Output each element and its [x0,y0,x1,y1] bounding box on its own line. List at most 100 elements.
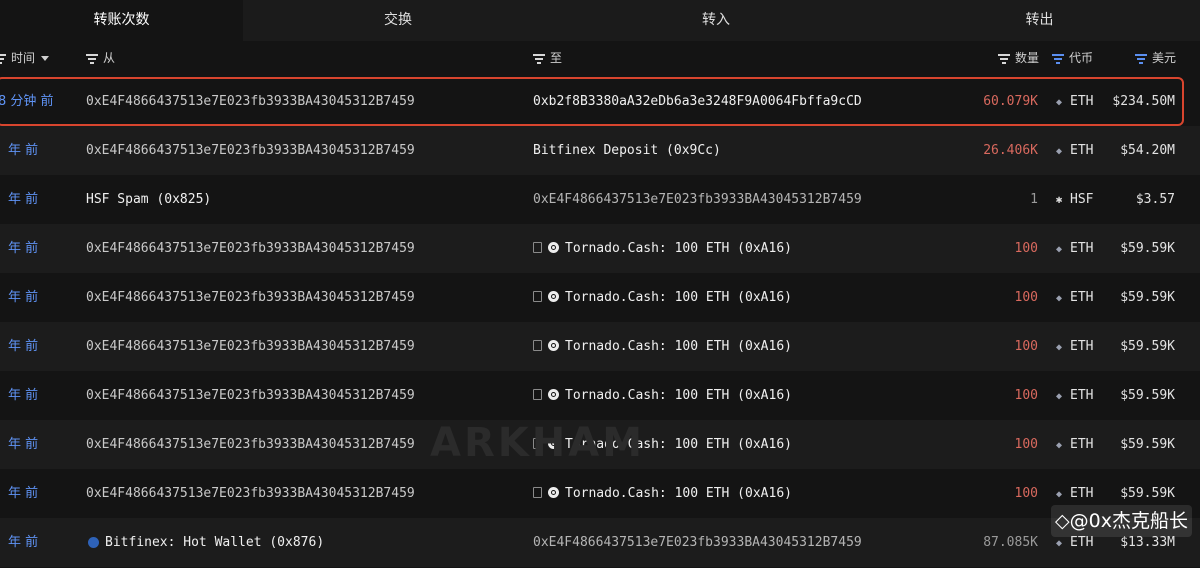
from-address[interactable]: 0xE4F4866437513e7E023fb3933BA43045312B74… [86,77,415,126]
from-address[interactable]: 0xE4F4866437513e7E023fb3933BA43045312B74… [86,322,415,371]
from-address[interactable]: 0xE4F4866437513e7E023fb3933BA43045312B74… [86,224,415,273]
ethereum-icon: ◆ [1055,244,1063,255]
token-cell[interactable]: ◆ ETH [1055,126,1094,175]
header-token[interactable]: 代币 [1052,41,1093,76]
to-entity[interactable]: Bitfinex Deposit (0x9Cc) [533,126,721,175]
from-address[interactable]: 0xE4F4866437513e7E023fb3933BA43045312B74… [86,469,415,518]
time-link[interactable]: 年 前 [8,469,38,518]
token-cell[interactable]: ◆ ETH [1055,273,1094,322]
from-address[interactable]: 0xE4F4866437513e7E023fb3933BA43045312B74… [86,273,415,322]
tornado-cash-logo-icon [548,242,559,253]
filter-icon [998,54,1010,64]
quantity-value: 100 [1014,339,1038,354]
usd-value: $59.59K [1120,339,1175,354]
tornado-cash-logo-icon [548,389,559,400]
time-link[interactable]: 8 分钟 前 [0,77,54,126]
to-entity[interactable]: Tornado.Cash: 100 ETH (0xA16) [533,371,792,420]
quantity-value: 26.406K [983,143,1038,158]
time-link[interactable]: 年 前 [8,371,38,420]
usd-value: $59.59K [1120,241,1175,256]
quantity-value: 100 [1014,388,1038,403]
table-row[interactable]: 年 前 0xE4F4866437513e7E023fb3933BA4304531… [0,322,1200,371]
from-address[interactable]: 0xE4F4866437513e7E023fb3933BA43045312B74… [86,420,415,469]
time-link[interactable]: 年 前 [8,126,38,175]
ethereum-icon: ◆ [1055,342,1063,353]
table-row[interactable]: 年 前 0xE4F4866437513e7E023fb3933BA4304531… [0,273,1200,322]
contract-icon [533,242,542,253]
token-cell[interactable]: ◆ ETH [1055,420,1094,469]
table-row[interactable]: 年 前 0xE4F4866437513e7E023fb3933BA4304531… [0,224,1200,273]
tornado-cash-logo-icon [548,340,559,351]
contract-icon [533,487,542,498]
filter-icon [1052,54,1064,64]
from-address[interactable]: 0xE4F4866437513e7E023fb3933BA43045312B74… [86,371,415,420]
token-cell[interactable]: ◆ ETH [1055,77,1094,126]
usd-value: $3.57 [1135,192,1175,207]
to-entity[interactable]: Tornado.Cash: 100 ETH (0xA16) [533,469,792,518]
usd-value: $59.59K [1120,388,1175,403]
to-address[interactable]: 0xE4F4866437513e7E023fb3933BA43045312B74… [533,175,862,224]
header-usd[interactable]: 美元 [1135,41,1176,76]
time-link[interactable]: 年 前 [8,224,38,273]
time-link[interactable]: 年 前 [8,273,38,322]
tab-inflow[interactable]: 转入 [553,0,879,41]
filter-icon [0,54,6,64]
quantity-value: 100 [1014,241,1038,256]
usd-value: $234.50M [1112,94,1175,109]
table-row[interactable]: 年 前 0xE4F4866437513e7E023fb3933BA4304531… [0,126,1200,175]
tornado-cash-logo-icon [548,487,559,498]
filter-icon [1135,54,1147,64]
contract-icon [533,438,542,449]
to-entity[interactable]: Tornado.Cash: 100 ETH (0xA16) [533,273,792,322]
table-row[interactable]: 年 前 0xE4F4866437513e7E023fb3933BA4304531… [0,420,1200,469]
table-row[interactable]: 年 前 HSF Spam (0x825) 0xE4F4866437513e7E0… [0,175,1200,224]
ethereum-icon: ◆ [1055,440,1063,451]
usd-value: $54.20M [1120,143,1175,158]
quantity-value: 100 [1014,486,1038,501]
time-link[interactable]: 年 前 [8,420,38,469]
contract-icon [533,340,542,351]
token-cell[interactable]: ◆ ETH [1055,371,1094,420]
hsf-token-icon: ✱ [1055,193,1063,206]
quantity-value: 1 [1030,192,1038,207]
ethereum-icon: ◆ [1055,391,1063,402]
header-from[interactable]: 从 [86,41,115,76]
header-to[interactable]: 至 [533,41,562,76]
contract-icon [533,291,542,302]
ethereum-icon: ◆ [1055,97,1063,108]
quantity-value: 100 [1014,437,1038,452]
tornado-cash-logo-icon [548,291,559,302]
to-entity[interactable]: Tornado.Cash: 100 ETH (0xA16) [533,224,792,273]
table-row[interactable]: 年 前 0xE4F4866437513e7E023fb3933BA4304531… [0,469,1200,518]
ethereum-icon: ◆ [1055,293,1063,304]
sort-desc-icon [41,56,50,61]
author-credit: ◇@0x杰克船长 [1051,505,1192,537]
header-time[interactable]: 时间 [0,41,50,76]
to-address[interactable]: 0xb2f8B3380aA32eDb6a3e3248F9A0064Fbffa9c… [533,77,862,126]
header-quantity[interactable]: 数量 [998,41,1039,76]
from-address[interactable]: 0xE4F4866437513e7E023fb3933BA43045312B74… [86,126,415,175]
table-row[interactable]: 8 分钟 前 0xE4F4866437513e7E023fb3933BA4304… [0,77,1200,126]
usd-value: $59.59K [1120,290,1175,305]
quantity-value: 100 [1014,290,1038,305]
usd-value: $59.59K [1120,437,1175,452]
token-cell[interactable]: ◆ ETH [1055,224,1094,273]
tab-bar: 转账次数 交换 转入 转出 [0,0,1200,41]
time-link[interactable]: 年 前 [8,175,38,224]
token-cell[interactable]: ✱ HSF [1055,175,1094,224]
time-link[interactable]: 年 前 [8,322,38,371]
to-entity[interactable]: Tornado.Cash: 100 ETH (0xA16) [533,322,792,371]
ethereum-icon: ◆ [1055,146,1063,157]
table-row[interactable]: 年 前 0xE4F4866437513e7E023fb3933BA4304531… [0,371,1200,420]
tab-outflow[interactable]: 转出 [879,0,1200,41]
quantity-value: 60.079K [983,94,1038,109]
contract-icon [533,389,542,400]
tab-swaps[interactable]: 交换 [243,0,553,41]
filter-icon [533,54,545,64]
from-entity[interactable]: HSF Spam (0x825) [86,175,211,224]
tab-transfers[interactable]: 转账次数 [0,0,243,41]
tornado-cash-logo-icon [548,438,559,449]
filter-icon [86,54,98,64]
token-cell[interactable]: ◆ ETH [1055,322,1094,371]
to-entity[interactable]: Tornado.Cash: 100 ETH (0xA16) [533,420,792,469]
